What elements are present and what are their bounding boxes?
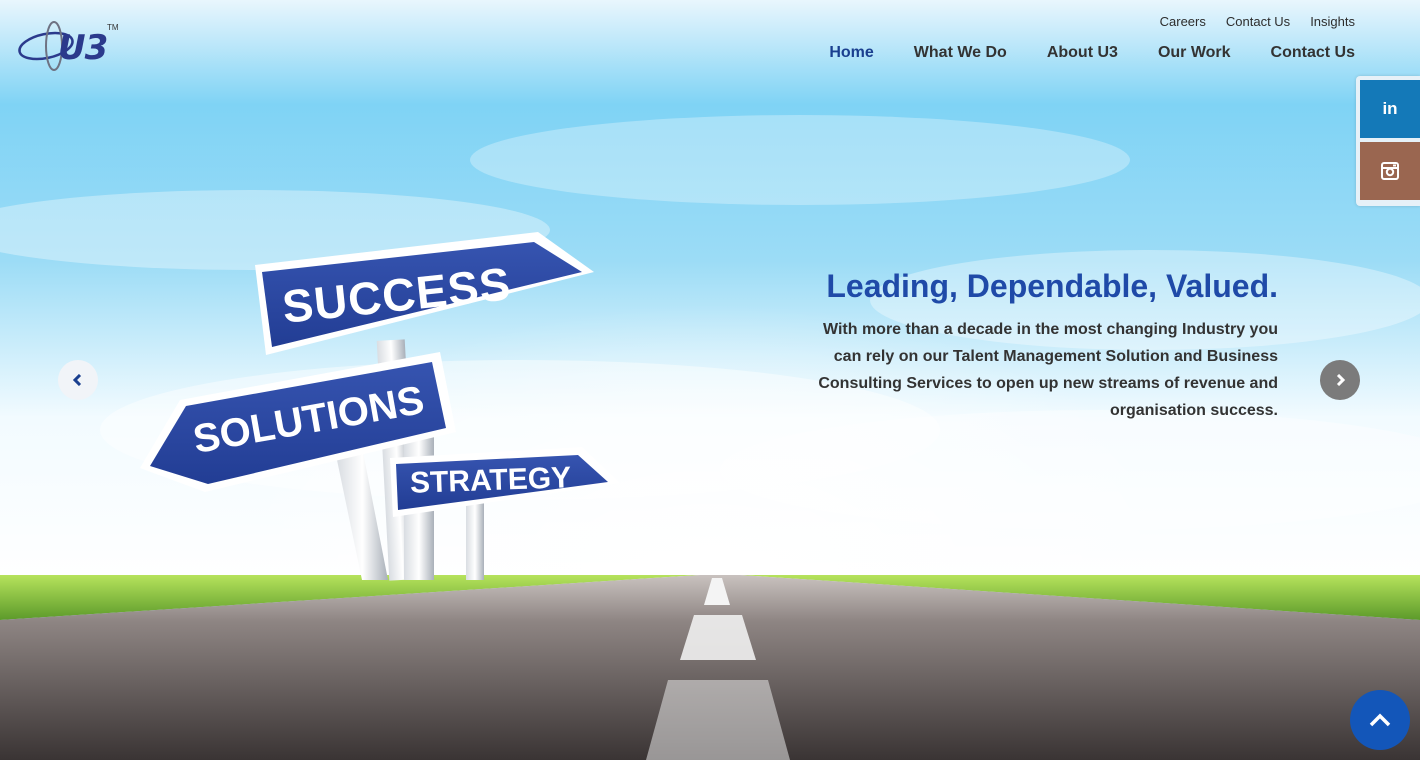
nav-what-we-do[interactable]: What We Do [914,44,1007,62]
nav-contact-us[interactable]: Contact Us [1271,44,1355,62]
nav-our-work[interactable]: Our Work [1158,44,1231,62]
nav-home[interactable]: Home [829,44,873,62]
hero-description: With more than a decade in the most chan… [818,321,1278,419]
carousel-next-button[interactable] [1320,360,1360,400]
top-utility-nav: Careers Contact Us Insights [1160,14,1355,29]
top-nav-insights[interactable]: Insights [1310,14,1355,29]
top-nav-careers[interactable]: Careers [1160,14,1206,29]
social-sidebar: in [1356,76,1420,206]
nav-about-u3[interactable]: About U3 [1047,44,1118,62]
instagram-icon [1381,162,1399,180]
sign-strategy-text: STRATEGY [409,461,572,500]
chevron-right-icon [1336,374,1346,386]
linkedin-button[interactable]: in [1360,80,1420,138]
chevron-left-icon [72,374,82,386]
top-nav-contact-us[interactable]: Contact Us [1226,14,1290,29]
back-to-top-button[interactable] [1350,690,1410,750]
carousel-prev-button[interactable] [58,360,98,400]
main-nav: Home What We Do About U3 Our Work Contac… [829,44,1355,62]
hero-title: Leading, Dependable, Valued. [826,268,1278,304]
hero-slider: SUCCESS SOLUTIONS STRATEGY U3 TM Careers… [0,0,1420,760]
logo-text: U3 [58,28,108,68]
u3-logo[interactable]: U3 TM [16,16,126,76]
instagram-button[interactable] [1360,142,1420,200]
chevron-up-icon [1369,713,1391,727]
linkedin-icon: in [1382,99,1398,118]
logo-trademark: TM [107,23,119,32]
